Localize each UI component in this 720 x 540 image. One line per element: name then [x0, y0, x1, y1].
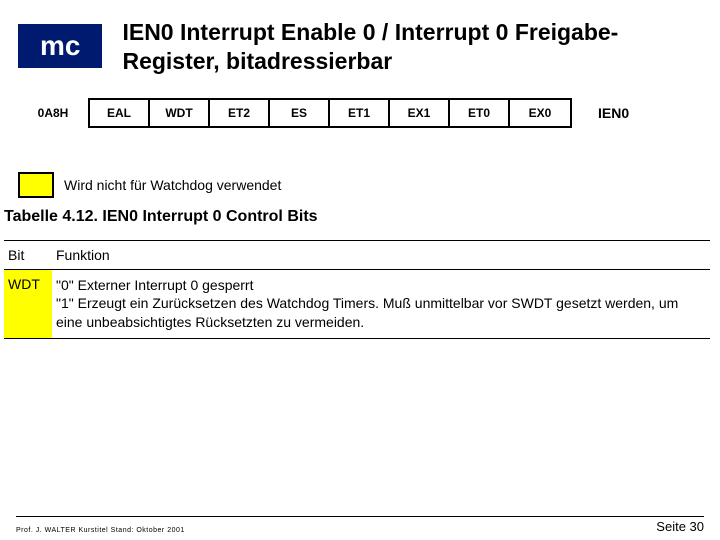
bit-cell: ES: [270, 100, 330, 126]
note-row: Wird nicht für Watchdog verwendet: [18, 172, 720, 198]
note-text: Wird nicht für Watchdog verwendet: [64, 177, 281, 193]
bit-cell: WDT: [150, 100, 210, 126]
footer-rule: [16, 516, 704, 517]
page-title: IEN0 Interrupt Enable 0 / Interrupt 0 Fr…: [122, 18, 710, 76]
register-row: 0A8H EAL WDT ET2 ES ET1 EX1 ET0 EX0 IEN0: [18, 98, 720, 128]
bit-cell: EX0: [510, 100, 570, 126]
register-bits: EAL WDT ET2 ES ET1 EX1 ET0 EX0: [88, 98, 572, 128]
register-name: IEN0: [598, 105, 629, 121]
bit-cell: EX1: [390, 100, 450, 126]
footer-credit: Prof. J. WALTER Kurstitel Stand: Oktober…: [16, 527, 185, 534]
bit-cell: ET1: [330, 100, 390, 126]
td-bit: WDT: [4, 269, 52, 339]
th-func: Funktion: [52, 240, 710, 269]
highlight-box: [18, 172, 54, 198]
register-address: 0A8H: [18, 106, 88, 120]
footer: Prof. J. WALTER Kurstitel Stand: Oktober…: [0, 516, 720, 540]
bit-cell: ET2: [210, 100, 270, 126]
mc-badge: mc: [18, 24, 102, 68]
table-row: WDT "0" Externer Interrupt 0 gesperrt "1…: [4, 269, 710, 339]
page-number: Seite 30: [656, 519, 704, 534]
th-bit: Bit: [4, 240, 52, 269]
bit-cell: EAL: [90, 100, 150, 126]
bit-cell: ET0: [450, 100, 510, 126]
td-func: "0" Externer Interrupt 0 gesperrt "1" Er…: [52, 269, 710, 339]
bits-table: Bit Funktion WDT "0" Externer Interrupt …: [4, 240, 710, 340]
table-caption: Tabelle 4.12. IEN0 Interrupt 0 Control B…: [4, 208, 720, 226]
